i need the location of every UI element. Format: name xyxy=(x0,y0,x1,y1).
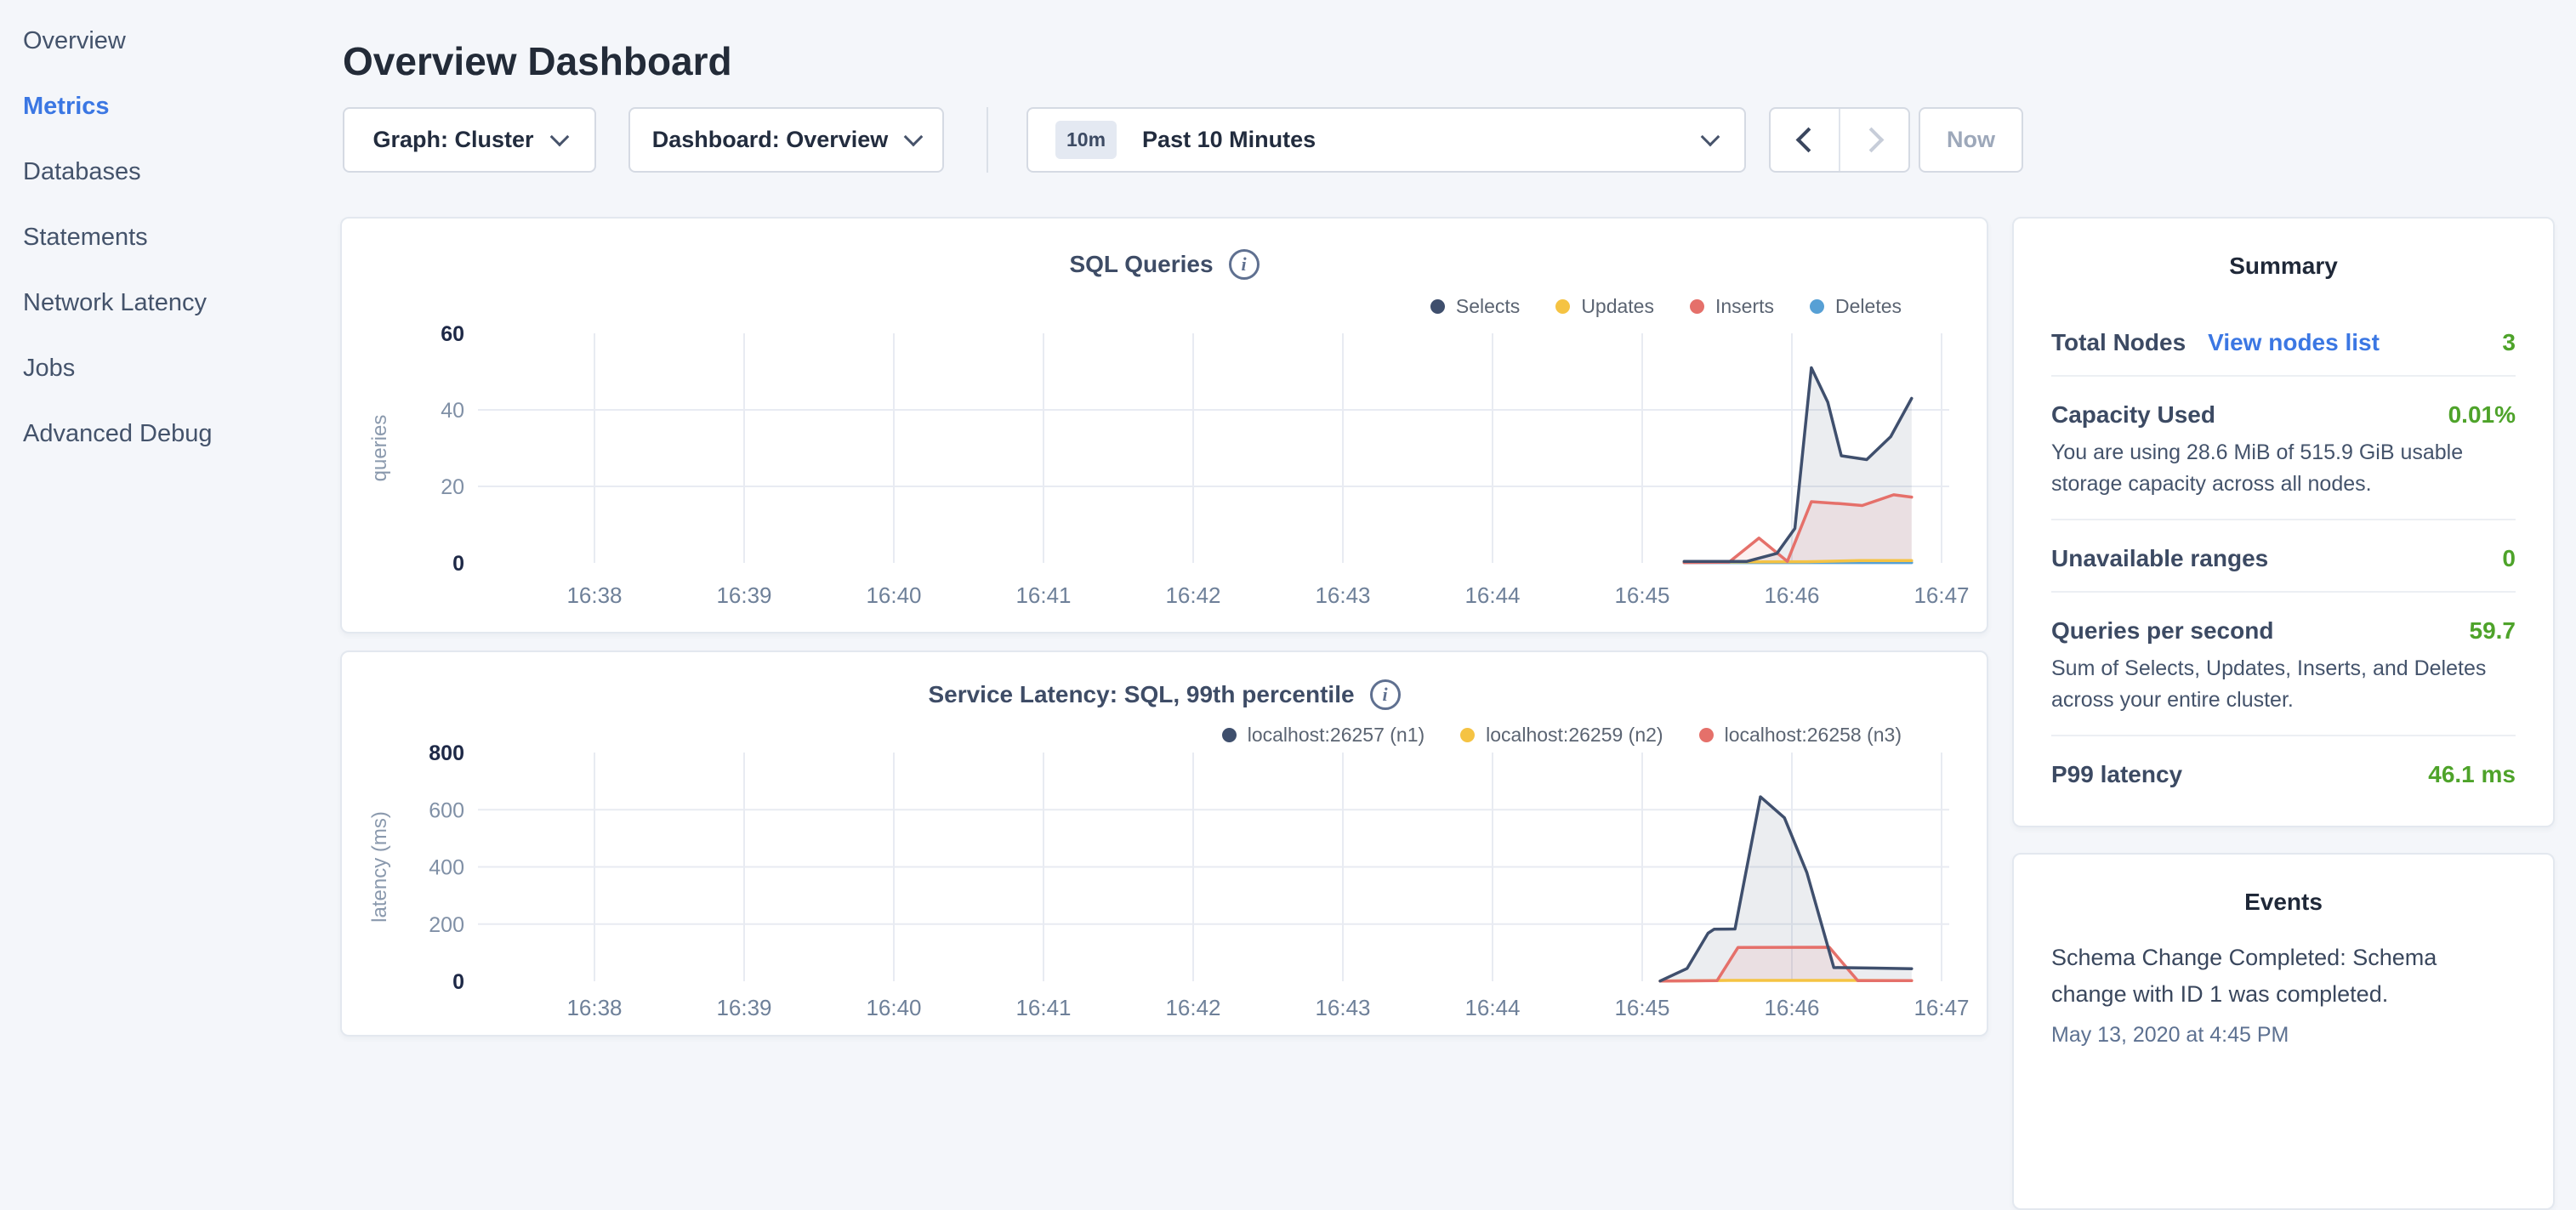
total-nodes-row: Total Nodes View nodes list 3 xyxy=(2051,329,2516,356)
sidebar-item-network-latency[interactable]: Network Latency xyxy=(0,270,340,336)
svg-text:16:45: 16:45 xyxy=(1614,995,1669,1020)
divider xyxy=(2051,375,2516,377)
divider xyxy=(2051,735,2516,736)
p99-latency-row: P99 latency 46.1 ms xyxy=(2051,761,2516,788)
chevron-down-icon xyxy=(549,127,569,146)
sidebar-item-overview[interactable]: Overview xyxy=(0,9,340,74)
svg-text:16:38: 16:38 xyxy=(566,582,622,608)
sidebar-item-databases[interactable]: Databases xyxy=(0,139,340,205)
svg-text:16:39: 16:39 xyxy=(716,995,771,1020)
events-title: Events xyxy=(2051,855,2516,916)
queries-per-second-row: Queries per second 59.7 Sum of Selects, … xyxy=(2051,617,2516,716)
capacity-used-value: 0.01% xyxy=(2448,401,2516,429)
view-nodes-list-link[interactable]: View nodes list xyxy=(2208,329,2380,356)
svg-text:16:44: 16:44 xyxy=(1464,582,1520,608)
toolbar-divider xyxy=(987,107,988,173)
queries-per-second-description: Sum of Selects, Updates, Inserts, and De… xyxy=(2051,653,2516,716)
svg-text:16:38: 16:38 xyxy=(566,995,622,1020)
sidebar-nav: OverviewMetricsDatabasesStatementsNetwor… xyxy=(0,0,340,467)
svg-text:0: 0 xyxy=(452,970,464,994)
svg-text:40: 40 xyxy=(441,399,464,423)
event-item: Schema Change Completed: Schema change w… xyxy=(2051,940,2516,1048)
next-time-button[interactable] xyxy=(1840,109,1908,171)
svg-text:16:42: 16:42 xyxy=(1165,995,1220,1020)
sidebar-item-statements[interactable]: Statements xyxy=(0,205,340,270)
svg-text:16:46: 16:46 xyxy=(1764,995,1819,1020)
unavailable-ranges-value: 0 xyxy=(2502,545,2516,572)
summary-title: Summary xyxy=(2051,219,2516,280)
event-timestamp: May 13, 2020 at 4:45 PM xyxy=(2051,1023,2516,1048)
divider xyxy=(2051,519,2516,520)
unavailable-ranges-label: Unavailable ranges xyxy=(2051,545,2268,572)
chevron-left-icon xyxy=(1795,128,1821,153)
service-latency-chart: 16:38 16:39 16:40 16:41 16:42 16:43 16:44 16:45… xyxy=(342,652,1990,1038)
svg-text:16:47: 16:47 xyxy=(1914,582,1969,608)
now-button[interactable]: Now xyxy=(1919,107,2023,173)
page-title: Overview Dashboard xyxy=(343,38,732,84)
sql-queries-chart-card: SQL Queries i SelectsUpdatesInsertsDelet… xyxy=(340,217,1988,633)
svg-text:20: 20 xyxy=(441,475,464,499)
svg-text:0: 0 xyxy=(452,552,464,576)
summary-panel: Summary Total Nodes View nodes list 3 Ca… xyxy=(2012,217,2555,827)
svg-text:60: 60 xyxy=(441,322,464,346)
dashboard-dropdown[interactable]: Dashboard: Overview xyxy=(628,107,944,173)
now-button-label: Now xyxy=(1947,127,1995,153)
svg-text:16:47: 16:47 xyxy=(1914,995,1969,1020)
svg-text:16:45: 16:45 xyxy=(1614,582,1669,608)
time-window-selector[interactable]: 10m Past 10 Minutes xyxy=(1026,107,1746,173)
svg-text:16:41: 16:41 xyxy=(1015,582,1071,608)
prev-time-button[interactable] xyxy=(1771,109,1840,171)
svg-text:600: 600 xyxy=(429,798,464,822)
svg-text:16:43: 16:43 xyxy=(1315,995,1370,1020)
event-text: Schema Change Completed: Schema change w… xyxy=(2051,940,2516,1013)
sidebar-item-advanced-debug[interactable]: Advanced Debug xyxy=(0,401,340,467)
svg-text:16:42: 16:42 xyxy=(1165,582,1220,608)
svg-text:16:39: 16:39 xyxy=(716,582,771,608)
svg-text:400: 400 xyxy=(429,856,464,880)
capacity-used-description: You are using 28.6 MiB of 515.9 GiB usab… xyxy=(2051,437,2516,500)
capacity-used-row: Capacity Used 0.01% You are using 28.6 M… xyxy=(2051,401,2516,500)
p99-latency-value: 46.1 ms xyxy=(2428,761,2516,788)
time-window-badge: 10m xyxy=(1055,121,1117,159)
service-latency-chart-card: Service Latency: SQL, 99th percentile i … xyxy=(340,650,1988,1037)
divider xyxy=(2051,591,2516,593)
sidebar-item-jobs[interactable]: Jobs xyxy=(0,336,340,401)
unavailable-ranges-row: Unavailable ranges 0 xyxy=(2051,545,2516,572)
queries-per-second-value: 59.7 xyxy=(2470,617,2516,645)
svg-text:16:41: 16:41 xyxy=(1015,995,1071,1020)
events-panel: Events Schema Change Completed: Schema c… xyxy=(2012,853,2555,1210)
chevron-right-icon xyxy=(1858,128,1884,153)
sql-queries-chart: 16:38 16:39 16:40 16:41 16:42 16:43 16:44 16:45… xyxy=(342,219,1990,635)
sidebar-item-metrics[interactable]: Metrics xyxy=(0,74,340,139)
graph-dropdown[interactable]: Graph: Cluster xyxy=(343,107,596,173)
svg-text:16:46: 16:46 xyxy=(1764,582,1819,608)
total-nodes-label: Total Nodes xyxy=(2051,329,2186,356)
svg-text:16:40: 16:40 xyxy=(866,582,921,608)
chevron-down-icon xyxy=(904,127,924,146)
svg-text:200: 200 xyxy=(429,913,464,937)
svg-text:latency (ms): latency (ms) xyxy=(368,811,391,923)
svg-text:16:40: 16:40 xyxy=(866,995,921,1020)
svg-text:queries: queries xyxy=(368,415,391,482)
svg-text:16:43: 16:43 xyxy=(1315,582,1370,608)
svg-text:16:44: 16:44 xyxy=(1464,995,1520,1020)
total-nodes-value: 3 xyxy=(2502,329,2516,356)
time-step-buttons xyxy=(1769,107,1910,173)
graph-dropdown-label: Graph: Cluster xyxy=(372,127,533,153)
svg-text:800: 800 xyxy=(429,741,464,765)
queries-per-second-label: Queries per second xyxy=(2051,617,2273,645)
chevron-down-icon xyxy=(1701,127,1720,146)
capacity-used-label: Capacity Used xyxy=(2051,401,2215,429)
dashboard-dropdown-label: Dashboard: Overview xyxy=(652,127,889,153)
time-window-label: Past 10 Minutes xyxy=(1142,127,1316,153)
p99-latency-label: P99 latency xyxy=(2051,761,2182,788)
